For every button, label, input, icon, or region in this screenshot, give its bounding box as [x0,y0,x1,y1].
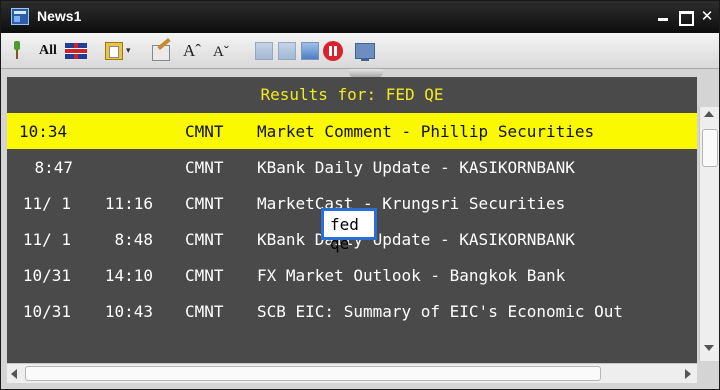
uk-flag-icon[interactable] [65,43,87,59]
window-title: News1 [37,8,82,24]
scroll-right-icon[interactable] [685,369,691,379]
news-window-icon [11,8,29,25]
edit-icon[interactable] [151,41,173,61]
search-input[interactable]: fed qe [321,208,377,253]
scroll-up-icon[interactable] [704,111,714,117]
scroll-down-icon[interactable] [704,345,714,351]
pin-icon[interactable] [11,41,23,61]
close-button[interactable]: ✕ [697,5,717,27]
vertical-scrollbar[interactable] [699,107,719,361]
list-item[interactable]: 10:34 CMNT Market Comment - Phillip Secu… [7,113,697,149]
monitor-icon[interactable] [355,43,375,61]
scroll-left-icon[interactable] [11,369,17,379]
window-tile-icon[interactable] [255,42,273,60]
chevron-down-icon[interactable]: ▾ [126,41,134,61]
title-bar[interactable]: News1 ✕ [1,1,719,33]
font-increase-button[interactable]: Aˆ [183,41,211,61]
list-item[interactable]: 10/31 10:43 CMNT SCB EIC: Summary of EIC… [7,293,697,329]
window-cascade-icon[interactable] [278,42,296,60]
all-button[interactable]: All [39,41,63,61]
font-decrease-button[interactable]: Aˇ [213,41,239,61]
minimize-button[interactable] [653,5,673,27]
horizontal-scroll-thumb[interactable] [25,366,601,381]
results-header: Results for: FED QE [260,85,444,104]
horizontal-scrollbar[interactable] [7,363,697,383]
maximize-button[interactable] [675,5,695,27]
stop-icon[interactable] [323,41,343,61]
list-item[interactable]: 10/31 14:10 CMNT FX Market Outlook - Ban… [7,257,697,293]
toolbar: All ▾ Aˆ Aˇ [1,33,719,69]
list-item[interactable]: 8:47 CMNT KBank Daily Update - KASIKORNB… [7,149,697,185]
vertical-scroll-thumb[interactable] [702,129,718,167]
news-window: News1 ✕ All ▾ Aˆ Aˇ Results for: FED QE … [0,0,720,390]
toolbar-collapse-handle[interactable] [349,69,383,77]
document-icon[interactable] [105,42,123,60]
save-icon[interactable] [301,42,319,60]
